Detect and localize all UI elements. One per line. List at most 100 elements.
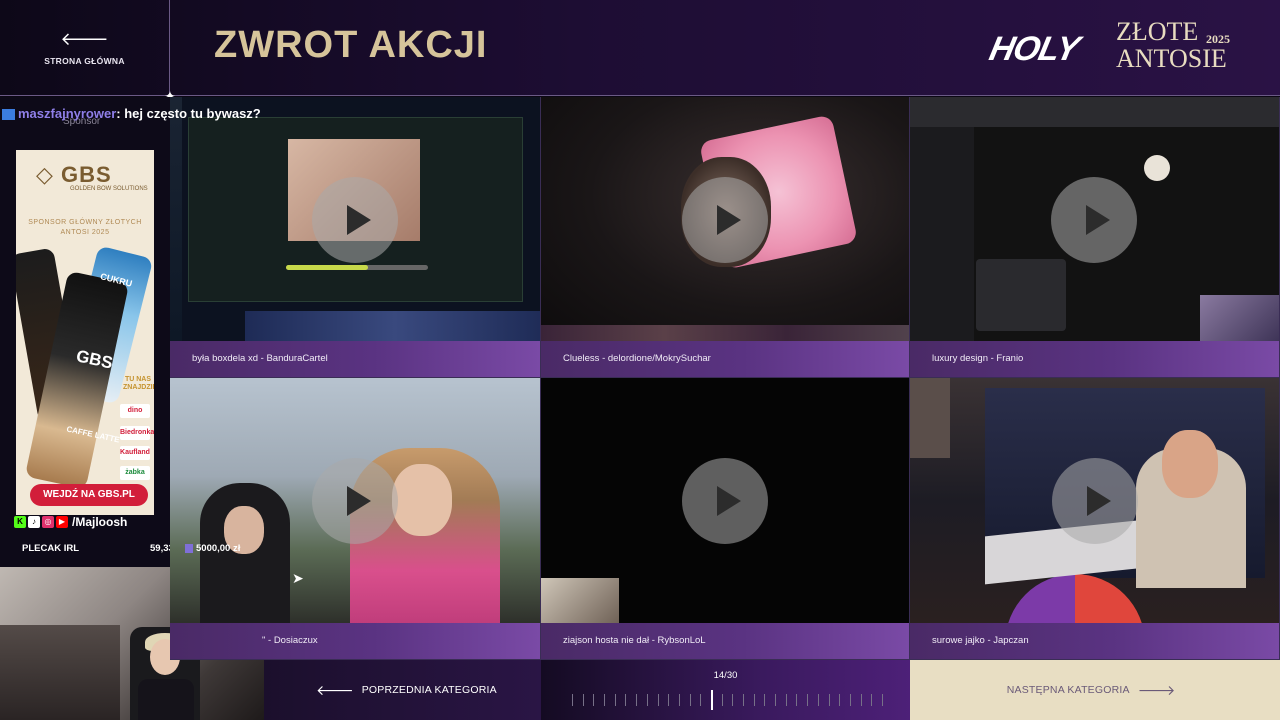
- category-tick[interactable]: [721, 694, 723, 706]
- chat-text: : hej często tu bywasz?: [116, 106, 261, 121]
- category-tick[interactable]: [807, 694, 809, 706]
- category-tick[interactable]: [668, 694, 670, 706]
- thumb-detail: [541, 325, 909, 342]
- app-root: 🡐 STRONA GŁÓWNA ZWROT AKCJI HOLY ZŁOTE AN…: [0, 0, 1280, 720]
- category-tick[interactable]: [849, 694, 851, 706]
- donation-goal-label: PLECAK IRL: [22, 543, 79, 554]
- category-tick[interactable]: [796, 694, 798, 706]
- video-tile[interactable]: surowe jajko - Japczan: [910, 378, 1280, 660]
- category-tick[interactable]: [646, 694, 648, 706]
- play-icon[interactable]: [682, 177, 768, 263]
- video-tile[interactable]: Clueless - delordione/MokrySuchar: [541, 97, 910, 378]
- streamer-handle: /Majloosh: [72, 515, 128, 529]
- store-logo: żabka: [120, 466, 150, 480]
- arrow-left-icon: 🡐: [316, 681, 354, 698]
- video-tile[interactable]: ziajson hosta nie dał - RybsonLoL: [541, 378, 910, 660]
- category-tick[interactable]: [860, 694, 862, 706]
- play-icon[interactable]: [1051, 177, 1137, 263]
- video-tile[interactable]: " - Dosiaczux: [170, 378, 541, 660]
- thumb-detail: [1144, 155, 1170, 181]
- youtube-icon[interactable]: ▶: [56, 516, 68, 528]
- arrow-left-icon: 🡐: [60, 29, 109, 49]
- category-tick[interactable]: [582, 694, 584, 706]
- thumb-detail: [910, 378, 950, 458]
- donation-goal-target: 5000,00 zł: [196, 543, 241, 554]
- category-tick[interactable]: [753, 694, 755, 706]
- video-tile[interactable]: była boxdela xd - BanduraCartel: [170, 97, 541, 378]
- category-tick[interactable]: [817, 694, 819, 706]
- category-tick[interactable]: [604, 694, 606, 706]
- kick-icon[interactable]: K: [14, 516, 26, 528]
- where-to-buy: TU NAS ZNAJDZIESZ: [123, 376, 154, 391]
- social-links: K ♪ ◎ ▶ /Majloosh: [14, 515, 127, 529]
- chat-username: maszfajnyrower: [18, 106, 117, 121]
- prev-category-label: POPRZEDNIA KATEGORIA: [361, 684, 497, 696]
- category-tick[interactable]: [732, 694, 734, 706]
- thumb-detail: [910, 97, 1279, 127]
- logo-brand: HOLY: [986, 30, 1083, 68]
- page-title: ZWROT AKCJI: [214, 24, 488, 66]
- thumb-detail: [541, 578, 619, 624]
- category-tick[interactable]: [657, 694, 659, 706]
- next-category-button[interactable]: NASTĘPNA KATEGORIA 🡒: [910, 660, 1280, 720]
- video-caption: " - Dosiaczux: [170, 623, 540, 659]
- category-tick[interactable]: [678, 694, 680, 706]
- webcam-person: [138, 679, 194, 720]
- thumb-detail: [910, 127, 974, 342]
- home-label: STRONA GŁÓWNA: [44, 56, 125, 66]
- video-caption: ziajson hosta nie dał - RybsonLoL: [541, 623, 909, 659]
- category-tick[interactable]: [775, 694, 777, 706]
- video-progress-fill: [286, 265, 369, 270]
- store-logo: Kaufland: [120, 446, 150, 460]
- category-progress: 14/30: [541, 660, 910, 720]
- category-tick[interactable]: [700, 694, 702, 706]
- category-tick[interactable]: [871, 694, 873, 706]
- play-icon[interactable]: [1052, 458, 1138, 544]
- play-icon[interactable]: [312, 458, 398, 544]
- category-tick[interactable]: [743, 694, 745, 706]
- mouse-cursor-icon: ➤: [292, 570, 304, 586]
- category-tick[interactable]: [785, 694, 787, 706]
- thumb-detail: [1162, 430, 1218, 498]
- sponsor-logo-sub: GOLDEN BOW SOLUTIONS: [70, 186, 148, 192]
- video-caption: surowe jajko - Japczan: [910, 623, 1279, 659]
- prev-category-button[interactable]: 🡐 POPRZEDNIA KATEGORIA: [264, 660, 541, 720]
- category-tick[interactable]: [882, 694, 883, 706]
- category-ticks: [572, 690, 883, 710]
- category-tick[interactable]: [625, 694, 627, 706]
- category-tick[interactable]: [636, 694, 638, 706]
- play-icon[interactable]: [312, 177, 398, 263]
- thumb-detail: [245, 311, 540, 341]
- video-caption: była boxdela xd - BanduraCartel: [170, 341, 540, 377]
- sponsor-headline: SPONSOR GŁÓWNY ZŁOTYCH ANTOSI 2025: [28, 219, 142, 236]
- store-logo: Biedronka: [120, 426, 154, 440]
- category-tick[interactable]: [839, 694, 841, 706]
- category-tick[interactable]: [614, 694, 616, 706]
- category-counter: 14/30: [713, 670, 738, 681]
- logo-year: 2025: [1206, 32, 1230, 46]
- home-button[interactable]: 🡐 STRONA GŁÓWNA: [0, 0, 170, 96]
- category-tick[interactable]: [764, 694, 766, 706]
- sponsor-cta-button[interactable]: WEJDŹ NA GBS.PL: [30, 484, 148, 506]
- header: 🡐 STRONA GŁÓWNA ZWROT AKCJI HOLY ZŁOTE AN…: [0, 0, 1280, 96]
- sponsor-ad[interactable]: ◇ GBS GOLDEN BOW SOLUTIONS SPONSOR GŁÓWN…: [16, 150, 154, 515]
- thumb-detail: [392, 464, 452, 536]
- video-caption: luxury design - Franio: [910, 341, 1279, 377]
- chat-badge-icon: [2, 109, 15, 121]
- category-tick[interactable]: [689, 694, 691, 706]
- sponsor-logo: ◇ GBS: [36, 162, 112, 187]
- arrow-right-icon: 🡒: [1137, 681, 1176, 698]
- video-tile[interactable]: luxury design - Franio: [910, 97, 1280, 378]
- video-caption: Clueless - delordione/MokrySuchar: [541, 341, 909, 377]
- category-tick[interactable]: [828, 694, 830, 706]
- category-tick-active[interactable]: [710, 690, 713, 710]
- webcam-background: [0, 625, 120, 720]
- thumb-detail: [170, 97, 182, 342]
- chat-message: maszfajnyrower: hej często tu bywasz?: [2, 106, 261, 121]
- store-logo: dino: [120, 404, 150, 418]
- category-tick[interactable]: [572, 694, 573, 706]
- instagram-icon[interactable]: ◎: [42, 516, 54, 528]
- tiktok-icon[interactable]: ♪: [28, 516, 40, 528]
- category-tick[interactable]: [593, 694, 595, 706]
- play-icon[interactable]: [682, 458, 768, 544]
